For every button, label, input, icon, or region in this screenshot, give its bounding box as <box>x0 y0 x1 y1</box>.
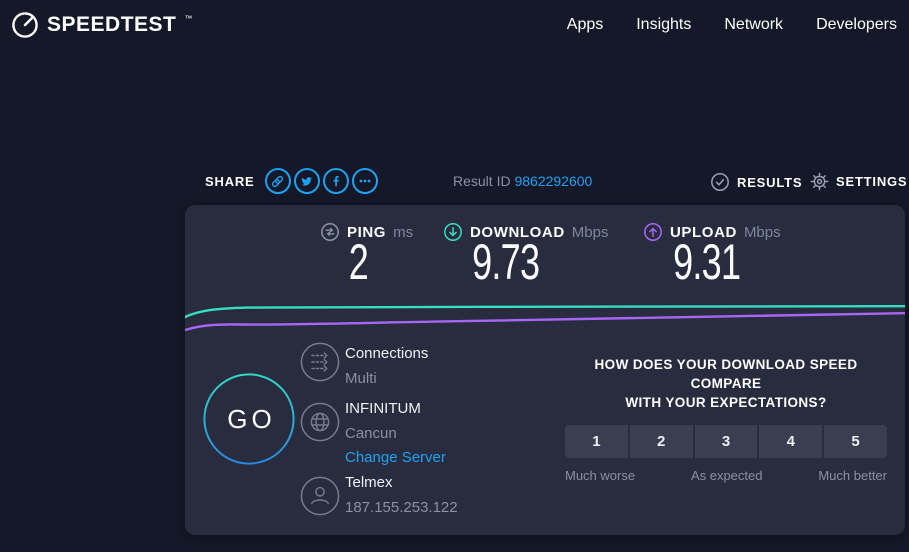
share-link-button[interactable] <box>265 168 291 194</box>
logo-text: SPEEDTEST <box>47 13 176 37</box>
survey-scale-low: Much worse <box>565 468 635 483</box>
toolbar: SHARE <box>0 168 909 200</box>
server-info: INFINITUM Cancun Change Server <box>345 400 446 467</box>
gauge-logo-icon <box>10 10 40 40</box>
settings-label: SETTINGS <box>836 174 907 189</box>
server-location: Cancun <box>345 425 446 443</box>
go-button[interactable]: GO <box>203 373 295 465</box>
connections-title: Connections <box>345 345 428 363</box>
go-button-label: GO <box>203 373 295 465</box>
survey-scale-labels: Much worse As expected Much better <box>565 468 887 483</box>
nav-item-insights[interactable]: Insights <box>636 16 691 34</box>
nav-item-apps[interactable]: Apps <box>567 16 603 34</box>
results-panel: PING ms 2 DOWNLOAD Mbps 9.73 <box>185 205 905 535</box>
survey-rating-4[interactable]: 4 <box>759 425 822 458</box>
share-label: SHARE <box>205 174 255 189</box>
upload-series-line <box>185 313 905 330</box>
download-value: 9.73 <box>456 233 556 291</box>
link-icon <box>270 174 285 189</box>
globe-icon <box>300 402 340 442</box>
isp-name: Telmex <box>345 474 458 492</box>
results-label: RESULTS <box>737 175 802 190</box>
check-circle-icon <box>710 172 730 192</box>
survey-rating-1[interactable]: 1 <box>565 425 628 458</box>
ellipsis-icon <box>358 174 372 188</box>
results-button[interactable]: RESULTS <box>710 172 802 192</box>
download-unit: Mbps <box>572 224 609 241</box>
nav-item-developers[interactable]: Developers <box>816 16 897 34</box>
isp-info: Telmex 187.155.253.122 <box>345 474 458 517</box>
survey-question-line1: HOW DOES YOUR DOWNLOAD SPEED COMPARE <box>565 355 887 393</box>
server-name: INFINITUM <box>345 400 446 418</box>
nav-item-network[interactable]: Network <box>724 16 783 34</box>
survey-rating-3[interactable]: 3 <box>695 425 758 458</box>
survey-rating-5[interactable]: 5 <box>824 425 887 458</box>
ping-value: 2 <box>318 233 398 291</box>
survey-rating-buttons: 1 2 3 4 5 <box>565 425 887 458</box>
speed-survey: HOW DOES YOUR DOWNLOAD SPEED COMPARE WIT… <box>565 355 887 483</box>
result-id: Result ID 9862292600 <box>453 173 592 189</box>
speedtest-page: SPEEDTEST ™ Apps Insights Network Develo… <box>0 0 909 552</box>
speedtest-logo[interactable]: SPEEDTEST ™ <box>10 10 191 40</box>
gear-icon <box>810 172 829 191</box>
logo-trademark: ™ <box>184 14 192 23</box>
speed-graph <box>185 298 905 344</box>
result-id-label: Result ID <box>453 173 514 189</box>
survey-scale-mid: As expected <box>691 468 763 483</box>
settings-button[interactable]: SETTINGS <box>810 172 907 191</box>
survey-question: HOW DOES YOUR DOWNLOAD SPEED COMPARE WIT… <box>565 355 887 412</box>
share-more-button[interactable] <box>352 168 378 194</box>
result-id-link[interactable]: 9862292600 <box>514 173 592 189</box>
share-twitter-button[interactable] <box>294 168 320 194</box>
survey-scale-high: Much better <box>818 468 887 483</box>
share-icons <box>265 168 378 194</box>
twitter-icon <box>300 175 313 188</box>
isp-ip-address: 187.155.253.122 <box>345 499 458 517</box>
survey-question-line2: WITH YOUR EXPECTATIONS? <box>565 393 887 412</box>
connections-info: Connections Multi <box>345 345 428 388</box>
upload-value: 9.31 <box>657 233 757 291</box>
header: SPEEDTEST ™ Apps Insights Network Develo… <box>0 0 909 50</box>
facebook-icon <box>329 174 343 188</box>
main-nav: Apps Insights Network Developers <box>567 16 899 34</box>
change-server-link[interactable]: Change Server <box>345 449 446 467</box>
survey-rating-2[interactable]: 2 <box>630 425 693 458</box>
person-icon <box>300 476 340 516</box>
share-facebook-button[interactable] <box>323 168 349 194</box>
share-group: SHARE <box>205 168 378 194</box>
connections-icon <box>300 342 340 382</box>
connections-subtitle: Multi <box>345 370 428 388</box>
